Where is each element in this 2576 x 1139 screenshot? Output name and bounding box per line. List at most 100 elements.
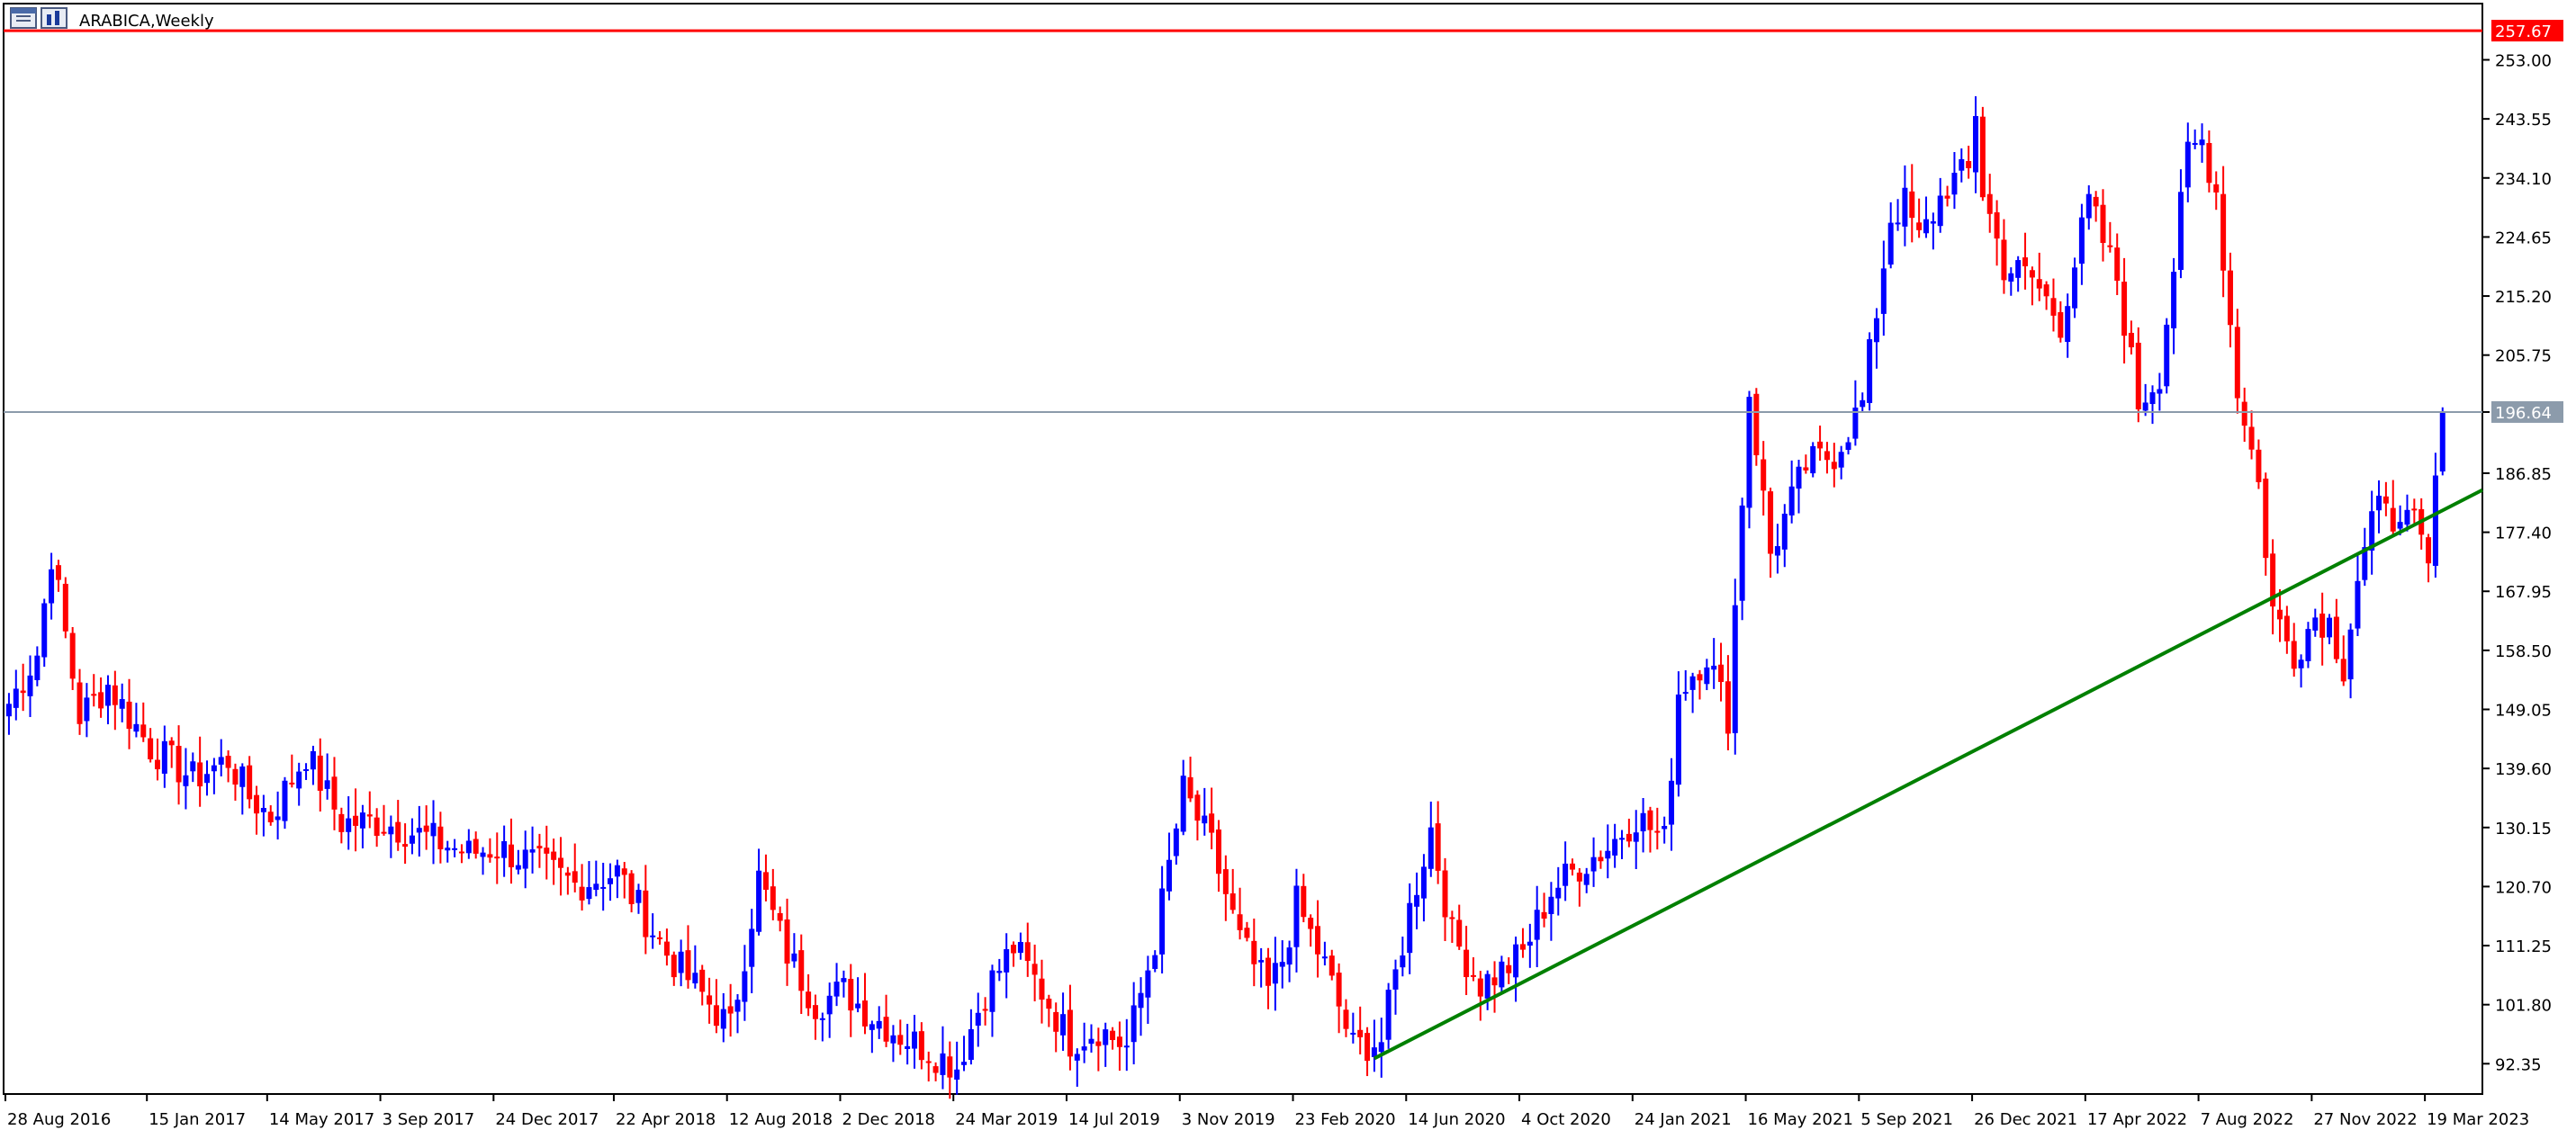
candle bbox=[395, 800, 401, 851]
candle bbox=[416, 805, 422, 857]
candle bbox=[1017, 932, 1023, 960]
candle bbox=[1555, 866, 1562, 916]
candle bbox=[558, 837, 564, 896]
candle bbox=[1258, 947, 1265, 988]
candle bbox=[2043, 281, 2049, 310]
candle bbox=[112, 670, 118, 731]
chart-title: ARABICA,Weekly bbox=[79, 12, 214, 31]
candle bbox=[1315, 900, 1321, 978]
candle bbox=[232, 763, 239, 801]
candle bbox=[536, 833, 543, 868]
candle bbox=[1880, 240, 1887, 336]
candle bbox=[260, 794, 266, 837]
candle bbox=[1966, 145, 1972, 179]
candle bbox=[1867, 332, 1873, 411]
candle bbox=[20, 663, 26, 712]
x-tick-label: 14 May 2017 bbox=[269, 1110, 374, 1129]
x-tick-label: 2 Dec 2018 bbox=[842, 1110, 935, 1129]
candle bbox=[643, 865, 649, 955]
x-tick-label: 28 Aug 2016 bbox=[7, 1110, 111, 1129]
candle bbox=[982, 997, 988, 1026]
candle bbox=[1788, 460, 1795, 524]
candle bbox=[1583, 867, 1590, 893]
x-tick-label: 23 Feb 2020 bbox=[1295, 1110, 1396, 1129]
x-tick-label: 3 Nov 2019 bbox=[1182, 1110, 1275, 1129]
candle bbox=[317, 738, 323, 812]
candle bbox=[890, 1025, 896, 1063]
y-tick-label: 253.00 bbox=[2495, 52, 2552, 71]
price-chart[interactable]: ARABICA,Weekly 253.00243.55234.10224.652… bbox=[0, 0, 2576, 1139]
candle bbox=[551, 839, 557, 885]
candle bbox=[303, 763, 310, 780]
candle bbox=[749, 909, 755, 993]
candle bbox=[1860, 392, 1866, 412]
time-axis: 28 Aug 2016 15 Jan 2017 14 May 2017 3 Sep 2… bbox=[5, 1094, 2529, 1129]
candle bbox=[614, 859, 620, 899]
candle bbox=[2220, 166, 2227, 298]
candle bbox=[1902, 165, 1908, 247]
candle bbox=[2291, 623, 2297, 677]
candle bbox=[2283, 605, 2290, 654]
candle bbox=[2072, 257, 2078, 318]
candle bbox=[2227, 252, 2233, 348]
y-tick-label: 177.40 bbox=[2495, 525, 2552, 543]
trendline[interactable] bbox=[1373, 488, 2483, 1061]
candle bbox=[374, 808, 380, 848]
candle bbox=[1442, 857, 1448, 942]
x-tick-label: 7 Aug 2022 bbox=[2201, 1110, 2294, 1129]
candle bbox=[947, 1041, 953, 1099]
candle bbox=[2298, 654, 2304, 688]
candle bbox=[1173, 823, 1179, 865]
candle bbox=[1669, 758, 1675, 851]
candle bbox=[353, 788, 359, 852]
candle bbox=[1116, 1021, 1122, 1072]
x-tick-label: 22 Apr 2018 bbox=[616, 1110, 716, 1129]
candle bbox=[1251, 919, 1257, 987]
candle bbox=[1152, 950, 1158, 973]
candle bbox=[13, 669, 19, 721]
y-tick-label: 130.15 bbox=[2495, 820, 2552, 839]
candle bbox=[1979, 106, 1986, 202]
candle bbox=[2333, 598, 2339, 664]
y-tick-label: 215.20 bbox=[2495, 288, 2552, 307]
candle bbox=[1464, 926, 1470, 996]
candle bbox=[544, 825, 550, 880]
candle bbox=[989, 964, 995, 1037]
y-tick-label: 101.80 bbox=[2495, 997, 2552, 1016]
x-tick-label: 14 Jul 2019 bbox=[1068, 1110, 1160, 1129]
candle bbox=[635, 883, 642, 914]
candle bbox=[1159, 865, 1166, 973]
y-tick-label: 234.10 bbox=[2495, 170, 2552, 189]
candle bbox=[1371, 1019, 1377, 1072]
candle bbox=[1265, 947, 1272, 1009]
candle bbox=[1824, 442, 1830, 474]
candle bbox=[1237, 887, 1243, 940]
candle bbox=[2135, 327, 2141, 423]
candle bbox=[968, 1009, 974, 1065]
candle bbox=[1598, 850, 1604, 869]
candle bbox=[2312, 608, 2319, 637]
chart-window-icon[interactable] bbox=[10, 7, 68, 29]
y-tick-label: 243.55 bbox=[2495, 111, 2552, 130]
candle bbox=[1194, 790, 1201, 841]
candle bbox=[1130, 982, 1137, 1064]
candle bbox=[1343, 999, 1349, 1037]
candle bbox=[600, 862, 607, 911]
candle bbox=[855, 977, 861, 1013]
y-tick-label: 167.95 bbox=[2495, 583, 2552, 602]
candle bbox=[727, 983, 734, 1037]
candle bbox=[975, 992, 981, 1047]
x-tick-label: 19 Mar 2023 bbox=[2427, 1110, 2529, 1129]
candle bbox=[1336, 963, 1342, 1034]
candle bbox=[126, 678, 132, 749]
candle bbox=[1675, 671, 1681, 797]
candle bbox=[1548, 882, 1554, 941]
candle bbox=[2029, 266, 2035, 306]
candle bbox=[2256, 439, 2262, 489]
candle bbox=[84, 683, 90, 738]
x-tick-label: 26 Dec 2021 bbox=[1974, 1110, 2077, 1129]
candle bbox=[2128, 320, 2134, 354]
candle bbox=[1576, 867, 1582, 907]
candle bbox=[1781, 504, 1788, 568]
candle bbox=[1994, 200, 2000, 266]
